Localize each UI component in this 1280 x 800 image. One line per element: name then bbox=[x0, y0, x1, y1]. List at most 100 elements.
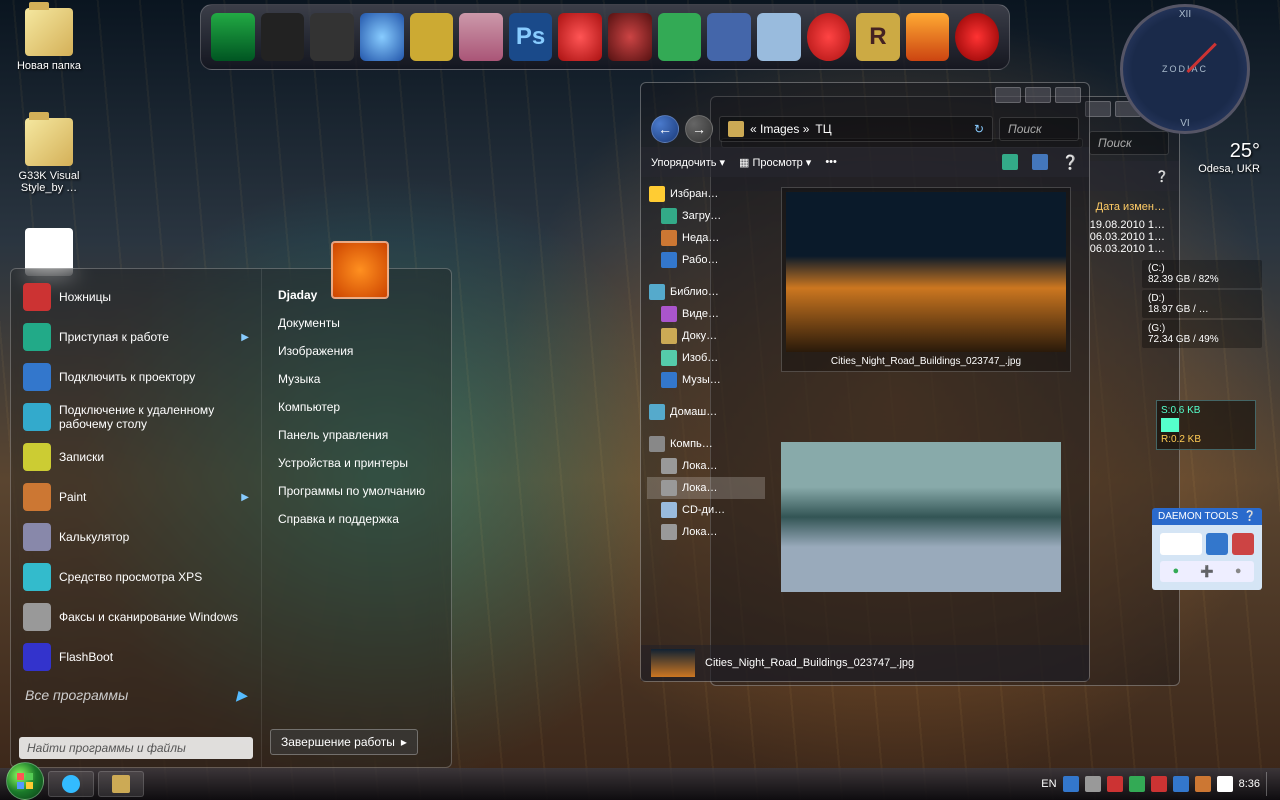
desktop-icon-folder[interactable]: Новая папка bbox=[14, 8, 84, 72]
start-menu-right-item[interactable]: Справка и поддержка bbox=[270, 505, 443, 533]
dock-trash[interactable] bbox=[757, 13, 801, 61]
tray-icon[interactable] bbox=[1195, 776, 1211, 792]
search-input[interactable]: Поиск bbox=[999, 117, 1079, 141]
taskbar-item-explorer[interactable] bbox=[98, 771, 144, 797]
search-input[interactable]: Найти программы и файлы bbox=[19, 737, 253, 759]
help-icon[interactable]: ❔ bbox=[1062, 154, 1079, 171]
start-button[interactable] bbox=[6, 762, 44, 800]
start-menu-right-item[interactable]: Изображения bbox=[270, 337, 443, 365]
start-menu-item[interactable]: Paint▶ bbox=[19, 477, 253, 517]
tree-item[interactable]: Неда… bbox=[647, 227, 765, 249]
desktop-icon-folder[interactable]: G33K Visual Style_by … bbox=[14, 118, 84, 194]
start-menu-right-item[interactable]: Компьютер bbox=[270, 393, 443, 421]
dock-item[interactable] bbox=[906, 13, 950, 61]
dock-item[interactable] bbox=[608, 13, 652, 61]
tree-item[interactable]: Виде… bbox=[647, 303, 765, 325]
drive-row[interactable]: (G:)72.34 GB / 49% bbox=[1142, 320, 1262, 348]
view-menu[interactable]: ▦ Просмотр ▾ bbox=[739, 156, 811, 169]
start-menu-item[interactable]: Ножницы bbox=[19, 277, 253, 317]
start-menu-right-item[interactable]: Документы bbox=[270, 309, 443, 337]
window-titlebar[interactable] bbox=[641, 83, 1089, 111]
shutdown-button[interactable]: Завершение работы▸ bbox=[270, 729, 418, 755]
explorer-window-front[interactable]: ← → « Images » ТЦ ↻ Поиск Упорядочить ▾ … bbox=[640, 82, 1090, 682]
all-programs[interactable]: Все программы▶ bbox=[19, 677, 253, 714]
close-button[interactable] bbox=[1055, 87, 1081, 103]
drive-row[interactable]: (D:)18.97 GB / … bbox=[1142, 290, 1262, 318]
maximize-button[interactable] bbox=[1025, 87, 1051, 103]
more-menu[interactable]: ••• bbox=[825, 156, 837, 168]
dock-item[interactable] bbox=[707, 13, 751, 61]
dock-item[interactable] bbox=[360, 13, 404, 61]
tree-item[interactable]: Загру… bbox=[647, 205, 765, 227]
daemon-tools-gadget[interactable]: DAEMON TOOLS ❔ ● ➕ ● bbox=[1152, 508, 1262, 590]
view-mode-icon[interactable] bbox=[1002, 154, 1018, 170]
preview-pane-icon[interactable] bbox=[1032, 154, 1048, 170]
breadcrumb-item[interactable]: « Images » bbox=[750, 122, 809, 136]
start-menu-item[interactable]: Средство просмотра XPS bbox=[19, 557, 253, 597]
daemon-drive-icon[interactable] bbox=[1160, 533, 1202, 555]
file-content-area[interactable]: Cities_Night_Road_Buildings_023747_.jpg bbox=[771, 177, 1089, 645]
start-menu-right-item[interactable]: Устройства и принтеры bbox=[270, 449, 443, 477]
tree-item[interactable]: CD-ди… bbox=[647, 499, 765, 521]
breadcrumb-item[interactable]: ТЦ bbox=[815, 122, 831, 136]
start-menu-right-item[interactable]: Программы по умолчанию bbox=[270, 477, 443, 505]
drive-row[interactable]: (C:)82.39 GB / 82% bbox=[1142, 260, 1262, 288]
tray-icon[interactable] bbox=[1107, 776, 1123, 792]
clock-gadget[interactable]: ZODIAC XII VI bbox=[1120, 4, 1250, 134]
start-menu-item[interactable]: Приступая к работе▶ bbox=[19, 317, 253, 357]
start-menu-item[interactable]: Калькулятор bbox=[19, 517, 253, 557]
dock-item[interactable]: R bbox=[856, 13, 900, 61]
organize-menu[interactable]: Упорядочить ▾ bbox=[651, 156, 725, 169]
tree-item[interactable]: Доку… bbox=[647, 325, 765, 347]
weather-gadget[interactable]: 25° Odesa, UKR bbox=[1150, 140, 1260, 175]
minimize-button[interactable] bbox=[995, 87, 1021, 103]
taskbar-clock[interactable]: 8:36 bbox=[1239, 778, 1260, 790]
tree-item[interactable]: Рабо… bbox=[647, 249, 765, 271]
dock-item[interactable] bbox=[410, 13, 454, 61]
tray-icon[interactable] bbox=[1151, 776, 1167, 792]
tray-icon[interactable] bbox=[1085, 776, 1101, 792]
start-menu-item[interactable]: Подключение к удаленному рабочему столу bbox=[19, 397, 253, 437]
taskbar-item-skype[interactable] bbox=[48, 771, 94, 797]
dock-item[interactable] bbox=[310, 13, 354, 61]
start-menu-right-item[interactable]: Панель управления bbox=[270, 421, 443, 449]
dock-item[interactable] bbox=[658, 13, 702, 61]
start-menu-item[interactable]: Подключить к проектору bbox=[19, 357, 253, 397]
daemon-add-icon[interactable]: ● bbox=[1172, 565, 1179, 578]
daemon-plus-icon[interactable]: ➕ bbox=[1200, 565, 1214, 578]
tray-icon[interactable] bbox=[1129, 776, 1145, 792]
show-desktop-button[interactable] bbox=[1266, 772, 1274, 796]
tree-item[interactable]: Лока… bbox=[647, 521, 765, 543]
tray-icon[interactable] bbox=[1173, 776, 1189, 792]
tray-volume-icon[interactable] bbox=[1217, 776, 1233, 792]
tree-home[interactable]: Домаш… bbox=[647, 401, 765, 423]
daemon-disc-icon[interactable]: ● bbox=[1235, 565, 1242, 578]
start-menu-right-item[interactable]: Музыка bbox=[270, 365, 443, 393]
dock-item[interactable] bbox=[459, 13, 503, 61]
language-indicator[interactable]: EN bbox=[1041, 778, 1056, 790]
start-menu-item[interactable]: Факсы и сканирование Windows bbox=[19, 597, 253, 637]
dock-item[interactable] bbox=[558, 13, 602, 61]
back-button[interactable]: ← bbox=[651, 115, 679, 143]
tree-computer[interactable]: Компь… bbox=[647, 433, 765, 455]
tray-icon[interactable] bbox=[1063, 776, 1079, 792]
user-avatar[interactable] bbox=[331, 241, 389, 299]
breadcrumb[interactable]: « Images » ТЦ ↻ bbox=[719, 116, 993, 142]
dock-item[interactable] bbox=[261, 13, 305, 61]
refresh-icon[interactable]: ↻ bbox=[974, 122, 984, 136]
start-menu-item[interactable]: Записки bbox=[19, 437, 253, 477]
forward-button[interactable]: → bbox=[685, 115, 713, 143]
start-menu-item[interactable]: FlashBoot bbox=[19, 637, 253, 677]
dock-power[interactable] bbox=[955, 13, 999, 61]
tree-favorites[interactable]: Избран… bbox=[647, 183, 765, 205]
tree-item-selected[interactable]: Лока… bbox=[647, 477, 765, 499]
daemon-unmount-button[interactable] bbox=[1232, 533, 1254, 555]
network-monitor-gadget[interactable]: S:0.6 KB R:0.2 KB bbox=[1156, 400, 1256, 450]
dock-clock[interactable] bbox=[807, 13, 851, 61]
tree-item[interactable]: Музы… bbox=[647, 369, 765, 391]
dock-photoshop[interactable]: Ps bbox=[509, 13, 553, 61]
image-thumbnail[interactable]: Cities_Night_Road_Buildings_023747_.jpg bbox=[781, 187, 1071, 372]
tree-item[interactable]: Изоб… bbox=[647, 347, 765, 369]
tree-item[interactable]: Лока… bbox=[647, 455, 765, 477]
tree-libraries[interactable]: Библио… bbox=[647, 281, 765, 303]
